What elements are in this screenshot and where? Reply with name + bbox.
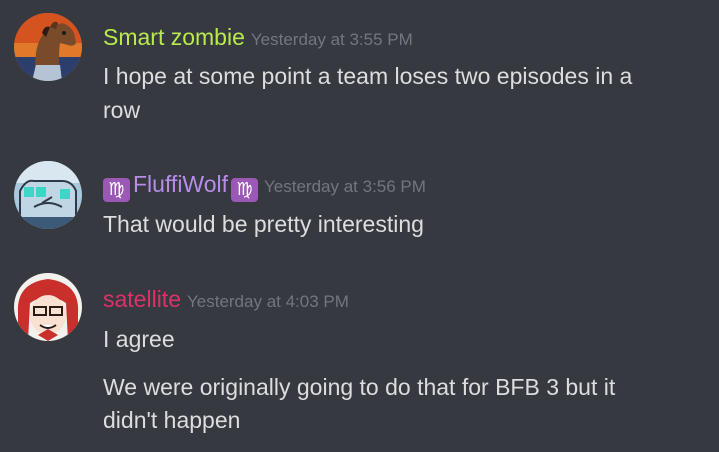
red-hair-girl-avatar[interactable] [14, 273, 82, 341]
author-username[interactable]: Smart zombie [103, 24, 245, 50]
message-text-line: We were originally going to do that for … [103, 374, 616, 400]
message-timestamp[interactable]: Yesterday at 4:03 PM [187, 292, 349, 311]
message-timestamp[interactable]: Yesterday at 3:55 PM [251, 30, 413, 49]
message-text-line: That would be pretty interesting [103, 211, 424, 237]
message-timestamp[interactable]: Yesterday at 3:56 PM [264, 177, 426, 196]
virgo-zodiac-icon: ♍ [103, 178, 130, 202]
wolf-drawing-avatar[interactable] [14, 161, 82, 229]
message-fluffiwolf: ♍ FluffiWolf ♍ Yesterday at 3:56 PM That wo… [0, 150, 719, 250]
message-header: Smart zombie Yesterday at 3:55 PM [103, 26, 413, 49]
author-username[interactable]: FluffiWolf [133, 171, 228, 197]
horse-cartoon-avatar[interactable] [14, 13, 82, 81]
message-text-line: I agree [103, 326, 175, 352]
message-header: satellite Yesterday at 4:03 PM [103, 288, 349, 311]
message-text-line: didn't happen [103, 407, 241, 433]
author-username[interactable]: satellite [103, 286, 181, 312]
message-satellite: satellite Yesterday at 4:03 PM I agree We… [0, 262, 719, 452]
message-text-line: row [103, 97, 141, 123]
message-header: ♍ FluffiWolf ♍ Yesterday at 3:56 PM [103, 173, 426, 202]
message-smart-zombie: Smart zombie Yesterday at 3:55 PM I hope … [0, 0, 719, 140]
message-text-line: I hope at some point a team loses two ep… [103, 63, 633, 89]
virgo-zodiac-icon: ♍ [231, 178, 259, 202]
